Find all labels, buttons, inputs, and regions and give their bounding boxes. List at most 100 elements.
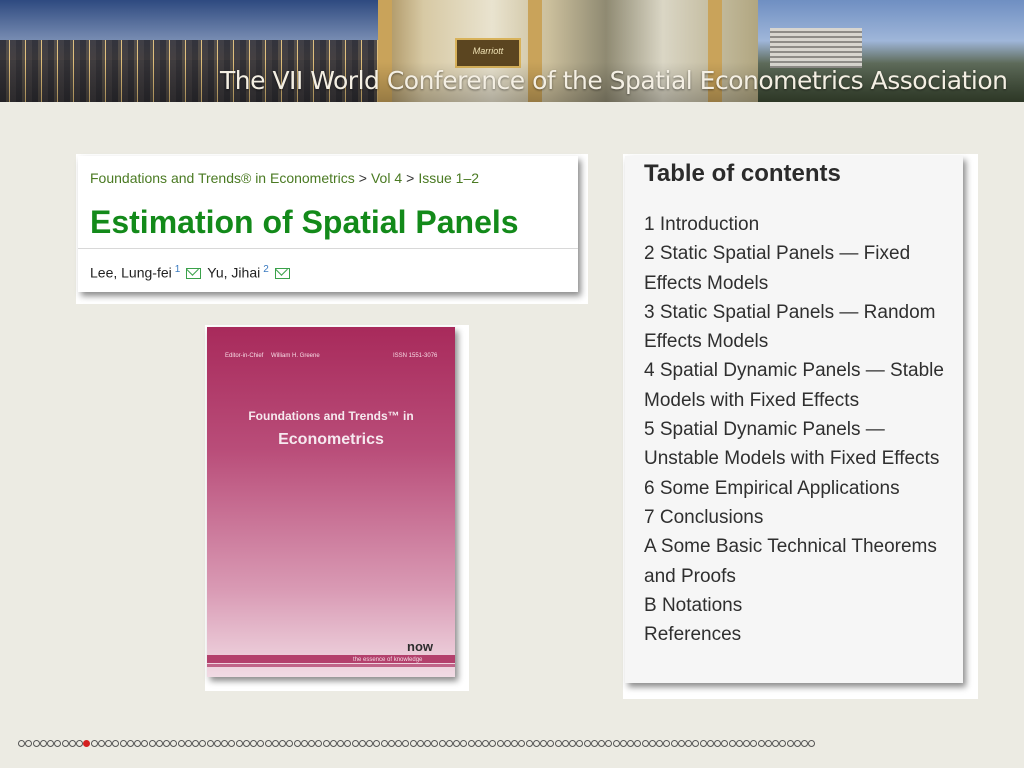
slide-dot[interactable] — [105, 740, 112, 747]
slide-dot[interactable] — [366, 740, 373, 747]
slide-dot[interactable] — [438, 740, 446, 747]
slide-dot[interactable] — [141, 740, 149, 747]
slide-dot[interactable] — [793, 740, 801, 747]
slide-dot[interactable] — [322, 740, 330, 747]
slide-dot[interactable] — [750, 740, 758, 747]
slide-dot[interactable] — [308, 740, 315, 747]
slide-dot[interactable] — [199, 740, 207, 747]
slide-dot[interactable] — [416, 740, 424, 747]
slide-dot[interactable] — [264, 740, 272, 747]
slide-dot[interactable] — [511, 740, 518, 747]
slide-dot[interactable] — [656, 740, 663, 747]
slide-dot[interactable] — [279, 740, 286, 747]
slide-dot[interactable] — [380, 740, 388, 747]
slide-dot[interactable] — [735, 740, 743, 747]
slide-dot[interactable] — [503, 740, 511, 747]
slide-dot[interactable] — [409, 740, 417, 747]
slide-dot[interactable] — [692, 740, 700, 747]
slide-dot[interactable] — [61, 740, 69, 747]
slide-dot[interactable] — [148, 740, 156, 747]
slide-dot[interactable] — [728, 740, 736, 747]
slide-dot[interactable] — [257, 740, 265, 747]
slide-dot[interactable] — [192, 740, 199, 747]
slide-dot[interactable] — [293, 740, 301, 747]
slide-dot[interactable] — [757, 740, 765, 747]
slide-dot[interactable] — [496, 740, 504, 747]
toc-item[interactable]: 3 Static Spatial Panels — Random Effects… — [644, 298, 954, 357]
slide-dot-current[interactable] — [83, 740, 91, 747]
slide-dot[interactable] — [474, 740, 482, 747]
slide-dot[interactable] — [532, 740, 540, 747]
breadcrumb-journal-link[interactable]: Foundations and Trends® in Econometrics — [90, 170, 355, 186]
slide-dot[interactable] — [351, 740, 359, 747]
slide-dot[interactable] — [337, 740, 344, 747]
slide-dot[interactable] — [445, 740, 453, 747]
slide-dot[interactable] — [786, 740, 794, 747]
slide-dot[interactable] — [641, 740, 649, 747]
email-icon[interactable] — [186, 267, 202, 279]
slide-dot[interactable] — [18, 740, 25, 747]
slide-dot[interactable] — [424, 740, 431, 747]
slide-dot[interactable] — [612, 740, 620, 747]
slide-dot[interactable] — [619, 740, 627, 747]
slide-dot[interactable] — [286, 740, 294, 747]
slide-dot[interactable] — [670, 740, 678, 747]
slide-dot[interactable] — [90, 740, 98, 747]
slide-dot[interactable] — [184, 740, 192, 747]
slide-dot[interactable] — [39, 740, 47, 747]
slide-dot[interactable] — [460, 740, 468, 747]
toc-item[interactable]: References — [644, 620, 954, 649]
slide-dot[interactable] — [453, 740, 460, 747]
slide-dot[interactable] — [685, 740, 692, 747]
slide-dot[interactable] — [677, 740, 685, 747]
slide-dot[interactable] — [482, 740, 489, 747]
slide-dot[interactable] — [489, 740, 497, 747]
toc-item[interactable]: A Some Basic Technical Theorems and Proo… — [644, 532, 954, 591]
slide-dot[interactable] — [177, 740, 185, 747]
slide-dot[interactable] — [431, 740, 439, 747]
toc-item[interactable]: 2 Static Spatial Panels — Fixed Effects … — [644, 239, 954, 298]
slide-dot[interactable] — [576, 740, 584, 747]
slide-dot[interactable] — [155, 740, 163, 747]
slide-dot[interactable] — [206, 740, 214, 747]
slide-dot[interactable] — [344, 740, 352, 747]
breadcrumb-volume-link[interactable]: Vol 4 — [371, 170, 402, 186]
slide-dot[interactable] — [163, 740, 170, 747]
toc-item[interactable]: 4 Spatial Dynamic Panels — Stable Models… — [644, 356, 954, 415]
slide-dot[interactable] — [271, 740, 279, 747]
slide-dot[interactable] — [554, 740, 562, 747]
slide-dot[interactable] — [547, 740, 555, 747]
slide-dot[interactable] — [663, 740, 671, 747]
slide-dot[interactable] — [583, 740, 591, 747]
slide-dot[interactable] — [387, 740, 395, 747]
slide-dot[interactable] — [235, 740, 243, 747]
slide-dot[interactable] — [721, 740, 729, 747]
slide-dot[interactable] — [32, 740, 40, 747]
slide-dot[interactable] — [358, 740, 366, 747]
slide-dot[interactable] — [714, 740, 721, 747]
slide-dot[interactable] — [634, 740, 642, 747]
slide-dot[interactable] — [706, 740, 714, 747]
slide-dot[interactable] — [518, 740, 526, 747]
breadcrumb-issue-link[interactable]: Issue 1–2 — [418, 170, 479, 186]
slide-dot[interactable] — [373, 740, 381, 747]
toc-item[interactable]: 6 Some Empirical Applications — [644, 474, 954, 503]
slide-dot[interactable] — [25, 740, 33, 747]
slide-dot[interactable] — [402, 740, 410, 747]
slide-dot[interactable] — [126, 740, 134, 747]
slide-dot[interactable] — [779, 740, 787, 747]
slide-dot[interactable] — [569, 740, 576, 747]
slide-dot[interactable] — [648, 740, 656, 747]
toc-item[interactable]: 1 Introduction — [644, 210, 954, 239]
slide-dot[interactable] — [221, 740, 228, 747]
slide-dot[interactable] — [743, 740, 750, 747]
toc-item[interactable]: 5 Spatial Dynamic Panels — Unstable Mode… — [644, 415, 954, 474]
slide-dot[interactable] — [68, 740, 76, 747]
slide-dot[interactable] — [627, 740, 634, 747]
slide-dot[interactable] — [764, 740, 772, 747]
slide-dot[interactable] — [213, 740, 221, 747]
slide-dot[interactable] — [134, 740, 141, 747]
slide-dot[interactable] — [525, 740, 533, 747]
slide-dot[interactable] — [228, 740, 236, 747]
slide-dot[interactable] — [76, 740, 83, 747]
